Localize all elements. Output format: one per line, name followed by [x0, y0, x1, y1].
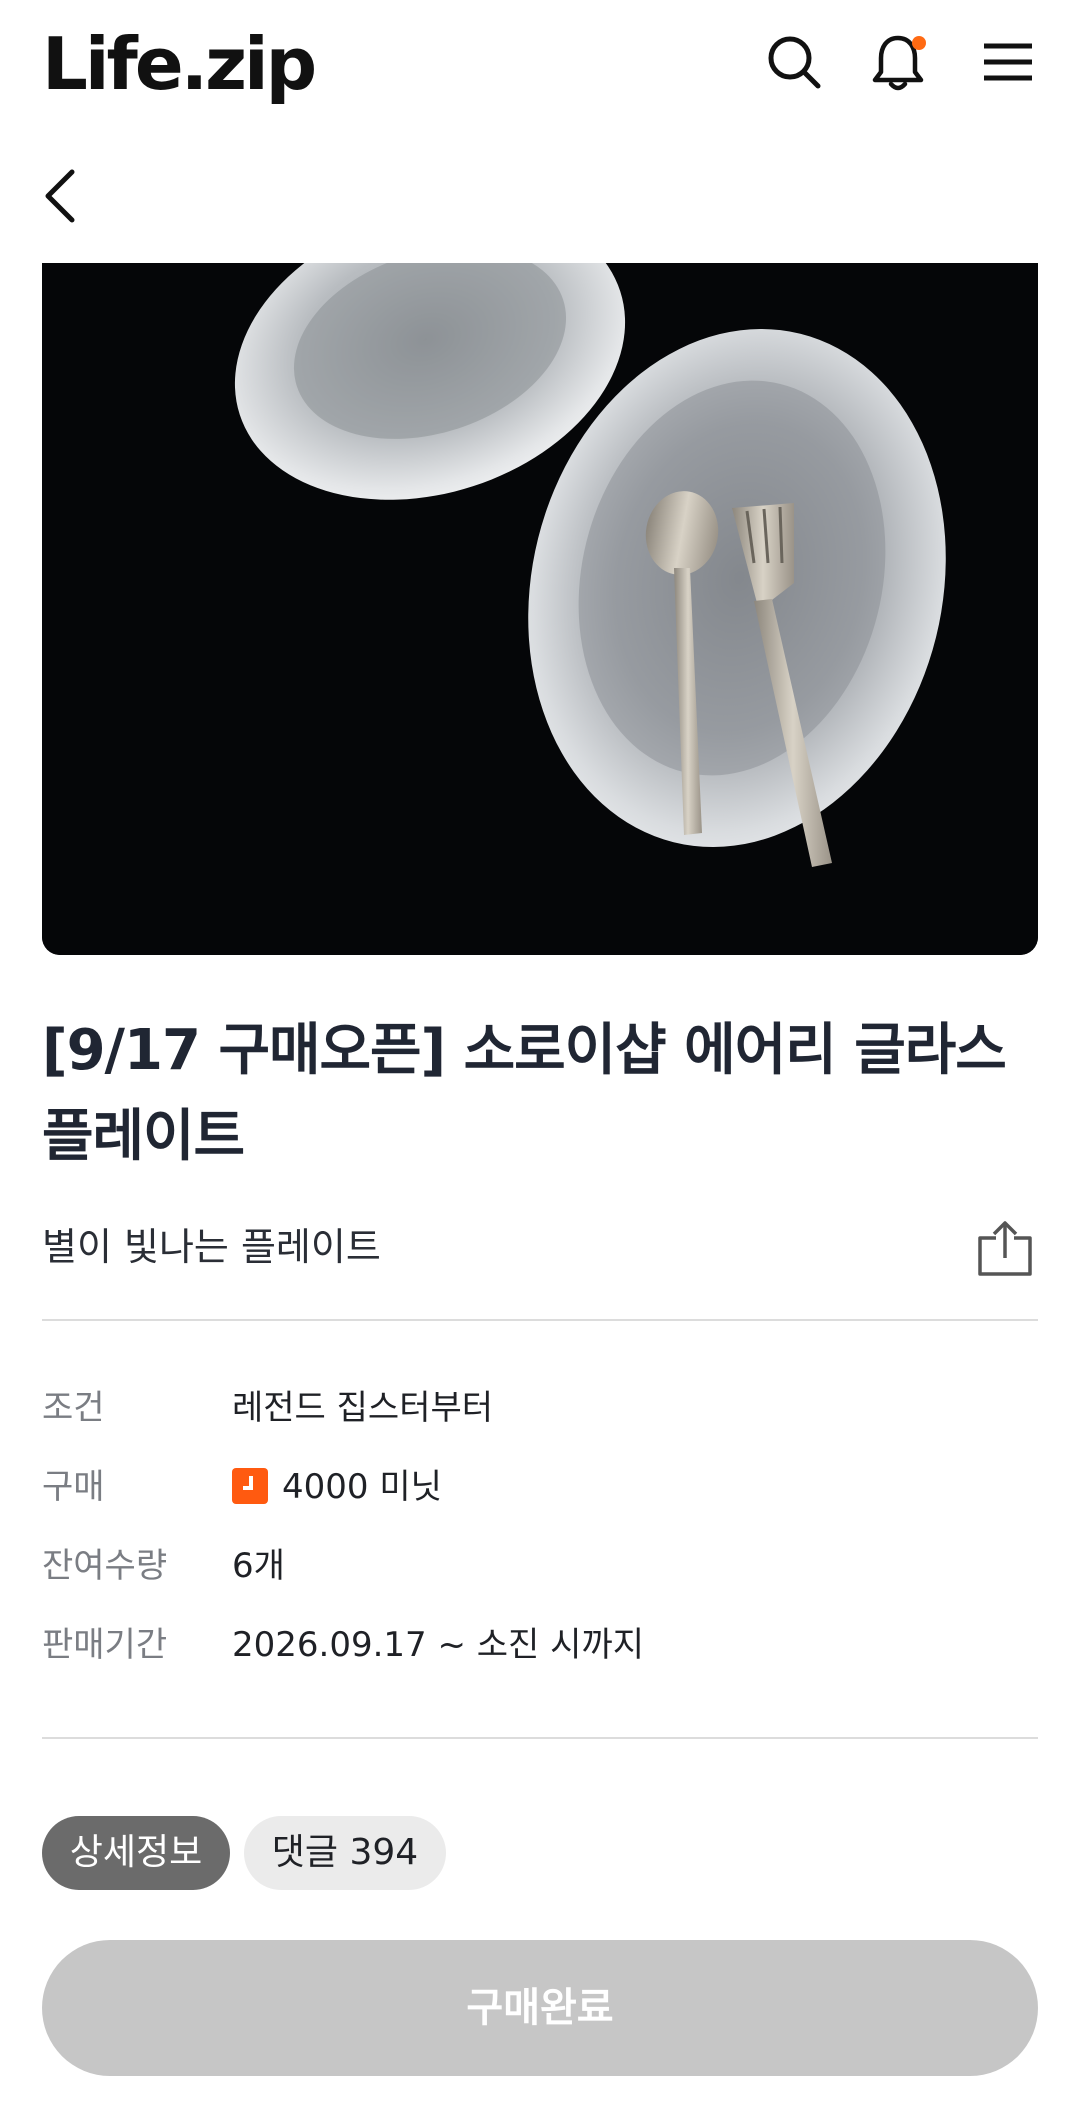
tab-comments[interactable]: 댓글 394 [244, 1816, 446, 1890]
share-icon [978, 1221, 1032, 1276]
stock-value: 6개 [232, 1546, 285, 1586]
bell-icon[interactable] [866, 30, 930, 94]
period-label: 판매기간 [42, 1625, 168, 1665]
info-row-purchase: 구매 4000 미닛 [42, 1457, 1038, 1517]
purchase-label: 구매 [42, 1467, 105, 1507]
purchase-value-wrap: 4000 미닛 [232, 1457, 442, 1517]
info-row-period: 판매기간 2026.09.17 ~ 소진 시까지 [42, 1615, 1038, 1675]
product-image [42, 263, 1038, 955]
info-row-condition: 조건 레전드 집스터부터 [42, 1378, 1038, 1438]
back-button[interactable] [38, 164, 86, 228]
info-row-stock: 잔여수량 6개 [42, 1536, 1038, 1596]
divider [42, 1319, 1038, 1321]
notification-dot [912, 36, 926, 50]
app-logo[interactable]: Life.zip [42, 16, 317, 112]
search-icon[interactable] [762, 30, 826, 94]
minute-coin-icon [232, 1468, 268, 1504]
menu-icon[interactable] [976, 30, 1040, 94]
purchase-complete-button[interactable]: 구매완료 [42, 1940, 1038, 2076]
tab-detail[interactable]: 상세정보 [42, 1816, 230, 1890]
share-button[interactable] [976, 1218, 1034, 1278]
app-header: Life.zip [0, 0, 1080, 130]
divider [42, 1737, 1038, 1739]
period-value: 2026.09.17 ~ 소진 시까지 [232, 1625, 644, 1665]
purchase-value: 4000 미닛 [282, 1467, 442, 1507]
chevron-left-icon [45, 169, 75, 223]
product-subtitle: 별이 빛나는 플레이트 [42, 1225, 381, 1269]
condition-value: 레전드 집스터부터 [232, 1388, 494, 1428]
condition-label: 조건 [42, 1388, 105, 1428]
stock-label: 잔여수량 [42, 1546, 168, 1586]
product-title: [9/17 구매오픈] 소로이샵 에어리 글라스 플레이트 [42, 1018, 1007, 1169]
